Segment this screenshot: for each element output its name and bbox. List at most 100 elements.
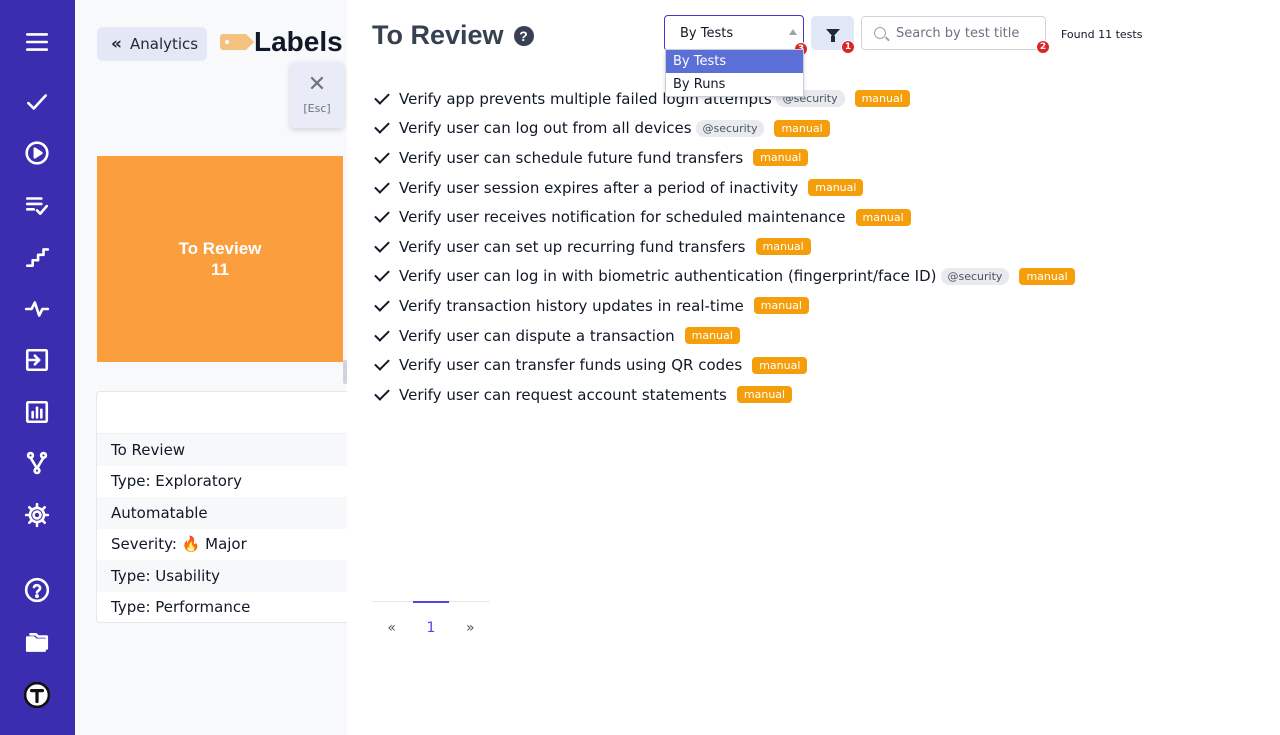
branch-icon[interactable]	[22, 448, 52, 478]
test-title-link[interactable]: Verify transaction history updates in re…	[399, 297, 744, 315]
nav-rail	[0, 0, 75, 735]
label-item[interactable]: Type: Usability	[97, 560, 347, 592]
checkmark-icon	[374, 148, 390, 164]
test-title-link[interactable]: Verify user receives notification for sc…	[399, 208, 846, 226]
option-by-tests[interactable]: By Tests	[666, 50, 803, 73]
play-circle-icon[interactable]	[22, 138, 52, 168]
manual-badge: manual	[753, 297, 809, 315]
test-row: Verify user session expires after a peri…	[374, 173, 1075, 203]
test-title-link[interactable]: Verify user can schedule future fund tra…	[399, 149, 743, 167]
close-panel-button[interactable]: ✕ [Esc]	[290, 62, 344, 128]
page-title: To Review ?	[372, 20, 534, 51]
manual-badge: manual	[808, 179, 864, 197]
manual-badge: manual	[752, 356, 808, 374]
funnel-icon	[825, 29, 840, 42]
label-item[interactable]: Automatable	[97, 497, 347, 529]
double-chevron-left-icon: «	[111, 34, 122, 54]
checkmark-icon	[374, 207, 390, 223]
current-page-indicator	[413, 601, 449, 603]
main-content: To Review ? By Tests 3 By Tests By Runs …	[347, 0, 1280, 735]
checkmark-icon	[374, 236, 390, 253]
test-title-link[interactable]: Verify user can log in with biometric au…	[399, 267, 937, 285]
card-count: 11	[211, 260, 229, 279]
next-page-button[interactable]: »	[452, 620, 488, 636]
security-tag[interactable]: @security	[940, 267, 1010, 285]
test-title-link[interactable]: Verify user can transfer funds using QR …	[399, 356, 742, 374]
label-item[interactable]: Type: Performance	[97, 592, 347, 624]
test-title-link[interactable]: Verify user can log out from all devices	[399, 119, 692, 137]
checkmark-icon	[374, 89, 390, 105]
search-icon	[874, 27, 886, 39]
caret-up-icon	[789, 29, 797, 35]
test-title-link[interactable]: Verify user can request account statemen…	[399, 386, 727, 404]
menu-icon[interactable]	[22, 27, 52, 57]
import-icon[interactable]	[22, 345, 52, 375]
prev-page-button[interactable]: «	[374, 620, 410, 636]
gear-icon[interactable]	[22, 500, 52, 530]
close-icon: ✕	[307, 72, 327, 97]
steps-icon[interactable]	[22, 242, 52, 272]
manual-badge: manual	[736, 386, 793, 404]
folder-icon[interactable]	[22, 628, 52, 658]
labels-heading: Labels	[220, 26, 343, 58]
manual-badge: manual	[855, 208, 911, 226]
test-list: Verify app prevents multiple failed logi…	[374, 84, 1075, 410]
page-title-text: To Review	[372, 20, 504, 50]
question-circle-icon[interactable]: ?	[513, 25, 534, 46]
test-row: Verify user can request account statemen…	[374, 380, 1075, 410]
filter-badge: 1	[841, 40, 855, 54]
test-title-link[interactable]: Verify user session expires after a peri…	[399, 179, 798, 197]
check-icon[interactable]	[22, 87, 52, 117]
help-circle-icon[interactable]	[22, 575, 52, 605]
manual-badge: manual	[684, 327, 740, 345]
label-item[interactable]: Severity: 🔥 Major	[97, 529, 347, 561]
select-value: By Tests	[680, 25, 734, 41]
group-by-select[interactable]: By Tests	[664, 15, 804, 51]
labels-title: Labels	[254, 26, 343, 57]
test-title-link[interactable]: Verify user can set up recurring fund tr…	[399, 238, 746, 256]
test-row: Verify user receives notification for sc…	[374, 202, 1075, 232]
manual-badge: manual	[755, 238, 811, 256]
manual-badge: manual	[753, 149, 809, 167]
tag-icon	[220, 34, 254, 50]
labels-sidebar: « Analytics Labels ✕ [Esc] To Review 11 …	[75, 0, 347, 735]
checkmark-icon	[374, 118, 390, 135]
test-row: Verify user can transfer funds using QR …	[374, 350, 1075, 380]
label-item[interactable]: To Review	[97, 434, 347, 466]
logo-icon[interactable]	[22, 680, 52, 710]
checkmark-icon	[374, 266, 390, 283]
group-by-dropdown: By Tests By Runs	[665, 49, 804, 97]
option-by-runs[interactable]: By Runs	[666, 73, 803, 96]
page-1-button[interactable]: 1	[413, 620, 449, 636]
checkmark-icon	[374, 296, 390, 312]
list-check-icon[interactable]	[22, 190, 52, 220]
test-row: Verify user can log out from all devices…	[374, 114, 1075, 144]
pagination: « 1 »	[372, 601, 490, 636]
label-item[interactable]: Type: Exploratory	[97, 466, 347, 498]
test-row: Verify transaction history updates in re…	[374, 291, 1075, 321]
to-review-card[interactable]: To Review 11	[97, 156, 343, 362]
test-row: Verify user can schedule future fund tra…	[374, 143, 1075, 173]
search-input[interactable]	[896, 25, 1046, 41]
checkmark-icon	[374, 325, 390, 342]
back-label: Analytics	[129, 35, 199, 53]
label-list: To Review Type: Exploratory Automatable Sev…	[96, 391, 347, 623]
checkmark-icon	[374, 177, 390, 194]
label-list-header	[97, 392, 347, 434]
checkmark-icon	[374, 355, 390, 371]
bar-chart-icon[interactable]	[22, 397, 52, 427]
found-count: Found 11 tests	[1061, 28, 1143, 41]
search-box	[861, 16, 1046, 50]
checkmark-icon	[374, 384, 390, 401]
search-badge: 2	[1036, 40, 1050, 54]
pulse-icon[interactable]	[22, 294, 52, 324]
back-to-analytics-button[interactable]: « Analytics	[97, 27, 207, 61]
esc-hint: [Esc]	[303, 102, 331, 115]
manual-badge: manual	[854, 90, 910, 108]
test-row: Verify user can log in with biometric au…	[374, 262, 1075, 292]
test-title-link[interactable]: Verify user can dispute a transaction	[399, 327, 675, 345]
security-tag[interactable]: @security	[695, 119, 765, 137]
manual-badge: manual	[774, 119, 830, 137]
test-row: Verify user can dispute a transaction man…	[374, 321, 1075, 351]
card-label: To Review	[178, 239, 262, 258]
